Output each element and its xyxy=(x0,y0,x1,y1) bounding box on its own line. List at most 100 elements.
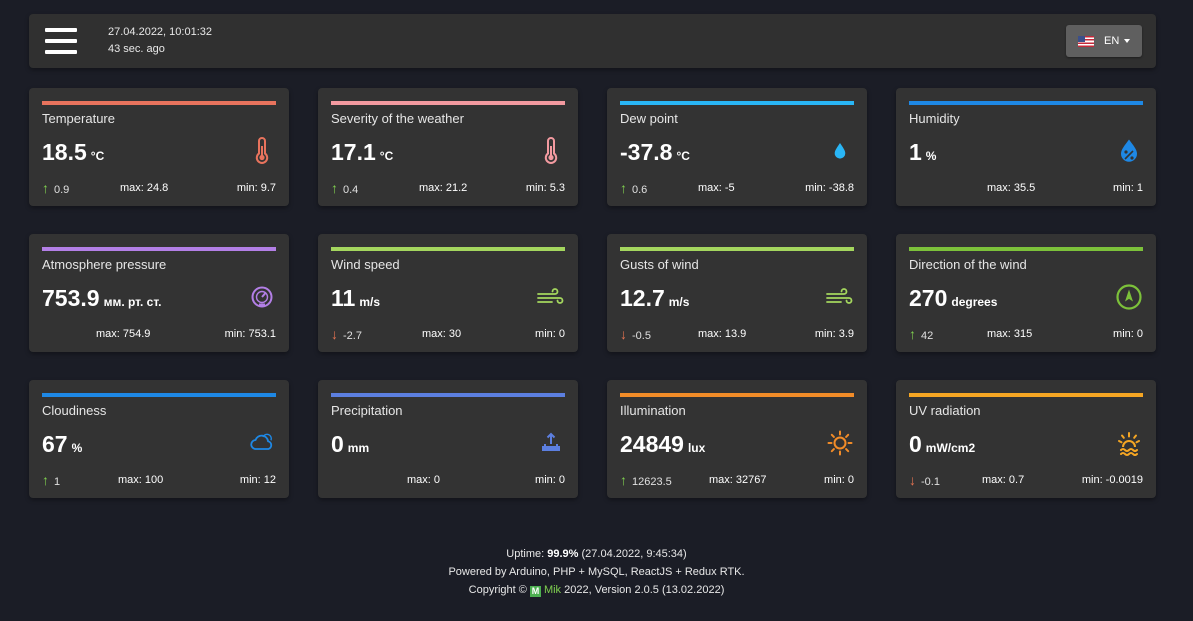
sensor-card: Humidity 1% max: 35.5 min: 1 xyxy=(896,88,1156,206)
card-color-bar xyxy=(331,393,565,397)
card-title: Dew point xyxy=(620,111,678,126)
card-value: 11 xyxy=(331,285,356,311)
card-value-row: 67% xyxy=(42,431,82,458)
arrow-down-icon: ↓ xyxy=(331,326,338,342)
card-max: max: 13.9 xyxy=(698,328,747,340)
sensor-card: Gusts of wind 12.7 m/s ↓ -0.5 max: 13.9 mi… xyxy=(607,234,867,352)
sensor-card: Temperature 18.5 °C ↑ 0.9 max: 24.8 min: 9… xyxy=(29,88,289,206)
card-unit: °C xyxy=(90,149,105,163)
sensor-card: Atmosphere pressure 753.9 мм. рт. ст. max… xyxy=(29,234,289,352)
trend-indicator: ↑ 1 xyxy=(42,472,60,488)
card-value-row: 753.9 мм. рт. ст. xyxy=(42,285,161,312)
language-label: EN xyxy=(1104,35,1120,47)
trend-value: 0.4 xyxy=(343,184,359,196)
card-title: Humidity xyxy=(909,111,960,126)
trend-indicator: ↓ -0.1 xyxy=(909,472,940,488)
sun-icon xyxy=(826,429,854,457)
card-unit: мм. рт. ст. xyxy=(103,295,162,309)
card-max: max: 754.9 xyxy=(96,328,151,340)
card-value-row: -37.8 °C xyxy=(620,139,690,166)
sensor-card: Illumination 24849 lux ↑ 12623.5 max: 3276… xyxy=(607,380,867,498)
card-unit: °C xyxy=(676,149,690,163)
wind-icon xyxy=(537,283,565,311)
gauge-icon xyxy=(248,283,276,311)
card-unit: mm xyxy=(347,441,370,455)
card-unit: degrees xyxy=(951,295,998,309)
card-color-bar xyxy=(620,393,854,397)
card-min: min: 0 xyxy=(535,328,565,340)
trend-value: 0.6 xyxy=(632,184,648,196)
arrow-up-icon: ↑ xyxy=(620,180,627,196)
sensor-card: Direction of the wind 270 degrees ↑ 42 max… xyxy=(896,234,1156,352)
card-value: 0 xyxy=(331,431,344,457)
arrow-up-icon: ↑ xyxy=(42,180,49,196)
card-title: Direction of the wind xyxy=(909,257,1027,272)
footer-copyright: Copyright © M Mik 2022, Version 2.0.5 (13… xyxy=(468,584,725,597)
footer-powered: Powered by Arduino, PHP + MySQL, ReactJS… xyxy=(448,566,745,578)
trend-value: -2.7 xyxy=(343,330,362,342)
card-min: min: -38.8 xyxy=(805,182,854,194)
trend-indicator: ↑ 0.6 xyxy=(620,180,647,196)
card-max: max: 0 xyxy=(407,474,441,486)
sensor-card: UV radiation 0 mW/cm2 ↓ -0.1 max: 0.7 min:… xyxy=(896,380,1156,498)
card-min: min: 9.7 xyxy=(236,182,276,194)
card-max: max: 315 xyxy=(987,328,1033,340)
card-color-bar xyxy=(42,247,276,251)
footer-uptime: Uptime: 99.9% (27.04.2022, 9:45:34) xyxy=(506,548,687,560)
card-max: max: 100 xyxy=(118,474,164,486)
card-unit: mW/cm2 xyxy=(925,441,976,455)
language-selector[interactable]: EN xyxy=(1066,25,1142,57)
card-value-row: 0 mm xyxy=(331,431,369,458)
card-color-bar xyxy=(42,101,276,105)
sensor-card: Cloudiness 67% ↑ 1 max: 100 min: 12 xyxy=(29,380,289,498)
card-min: min: 0 xyxy=(1113,328,1143,340)
arrow-up-icon: ↑ xyxy=(331,180,338,196)
uv-sun-icon xyxy=(1115,429,1143,457)
trend-indicator: ↑ 0.4 xyxy=(331,180,358,196)
caret-down-icon xyxy=(1124,39,1130,43)
card-value: -37.8 xyxy=(620,139,673,165)
card-value: 753.9 xyxy=(42,285,100,311)
current-datetime: 27.04.2022, 10:01:32 xyxy=(108,26,212,38)
mik-link[interactable]: Mik xyxy=(544,584,561,596)
card-color-bar xyxy=(909,393,1143,397)
trend-indicator: ↓ -0.5 xyxy=(620,326,651,342)
arrow-down-icon: ↓ xyxy=(620,326,627,342)
hamburger-menu-icon[interactable] xyxy=(45,27,77,55)
card-title: Cloudiness xyxy=(42,403,107,418)
card-value-row: 18.5 °C xyxy=(42,139,104,166)
card-min: min: 3.9 xyxy=(814,328,854,340)
card-value-row: 24849 lux xyxy=(620,431,705,458)
card-value-row: 270 degrees xyxy=(909,285,997,312)
trend-indicator: ↑ 0.9 xyxy=(42,180,69,196)
trend-value: 12623.5 xyxy=(632,476,672,488)
card-title: Atmosphere pressure xyxy=(42,257,167,272)
card-max: max: 21.2 xyxy=(419,182,468,194)
card-color-bar xyxy=(331,101,565,105)
trend-value: 1 xyxy=(54,476,61,488)
card-title: Temperature xyxy=(42,111,115,126)
card-unit: m/s xyxy=(359,295,381,309)
card-color-bar xyxy=(620,101,854,105)
sensor-card: Precipitation 0 mm max: 0 min: 0 xyxy=(318,380,578,498)
card-value: 270 xyxy=(909,285,948,311)
thermometer-icon xyxy=(537,137,565,165)
card-color-bar xyxy=(42,393,276,397)
card-max: max: 24.8 xyxy=(120,182,169,194)
precipitation-icon xyxy=(537,429,565,457)
card-min: min: 5.3 xyxy=(525,182,565,194)
last-update-ago: 43 sec. ago xyxy=(108,43,165,55)
card-title: Wind speed xyxy=(331,257,400,272)
sensor-card: Dew point -37.8 °C ↑ 0.6 max: -5 min: -38.… xyxy=(607,88,867,206)
wind-icon xyxy=(826,283,854,311)
trend-value: -0.1 xyxy=(921,476,940,488)
card-color-bar xyxy=(620,247,854,251)
card-max: max: 32767 xyxy=(709,474,767,486)
compass-icon xyxy=(1115,283,1143,311)
sensor-card: Wind speed 11 m/s ↓ -2.7 max: 30 min: 0 xyxy=(318,234,578,352)
trend-value: 42 xyxy=(921,330,934,342)
card-value-row: 12.7 m/s xyxy=(620,285,689,312)
card-value-row: 1% xyxy=(909,139,936,166)
card-title: Illumination xyxy=(620,403,686,418)
card-color-bar xyxy=(909,101,1143,105)
